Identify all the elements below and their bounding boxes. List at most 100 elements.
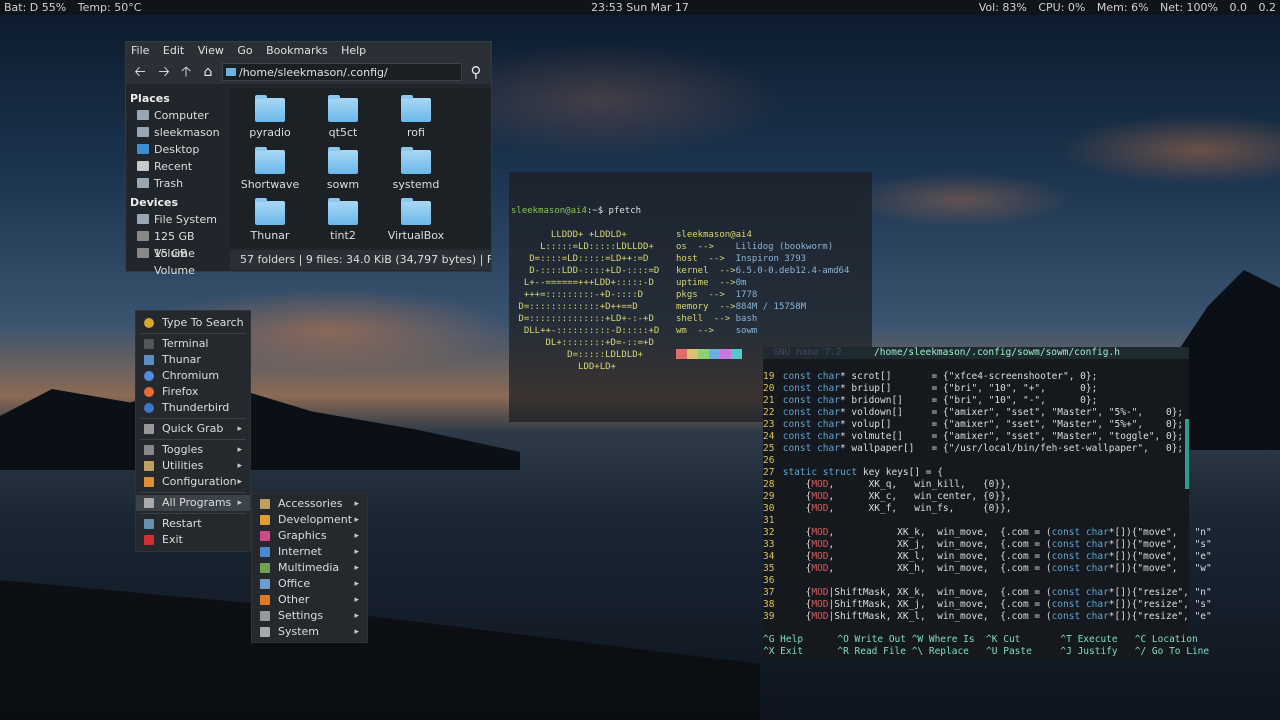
submenu-arrow-icon: ▸ [354,531,359,541]
search-icon[interactable]: ⚲ [468,64,484,80]
menu-item-terminal[interactable]: Terminal [136,336,250,352]
folder-item[interactable]: Thunar [240,198,300,242]
menu-item-restart[interactable]: Restart [136,516,250,532]
menu-separator [140,418,246,419]
code-line: 26 [763,455,775,466]
drive-icon [137,214,149,224]
menu-item-chromium[interactable]: Chromium [136,368,250,384]
back-arrow-icon[interactable]: 🡠 [132,64,148,80]
submenu-arrow-icon: ▸ [354,547,359,557]
nano-header: GNU nano 7.2 /home/sleekmason/.config/so… [763,347,1189,359]
submenu-arrow-icon: ▸ [354,627,359,637]
sidebar-item-recent[interactable]: Recent [126,158,230,175]
menu-view[interactable]: View [198,44,224,57]
pfetch-row: wm --> sowm [676,325,849,337]
submenu-item-graphics[interactable]: Graphics ▸ [252,528,367,544]
menu-search[interactable]: Type To Search [136,315,250,331]
trash-icon [137,178,149,188]
recent-icon [137,161,149,171]
menu-file[interactable]: File [131,44,149,57]
submenu-arrow-icon: ▸ [354,611,359,621]
menu-item-thunar[interactable]: Thunar [136,352,250,368]
submenu-item-system[interactable]: System ▸ [252,624,367,640]
menu-help[interactable]: Help [341,44,366,57]
sidebar-item-home[interactable]: sleekmason [126,124,230,141]
all-programs-submenu: Accessories ▸ Development ▸ Graphics ▸ Inte… [251,493,368,643]
folder-item[interactable]: pyradio [240,95,300,139]
desktop-icon [137,144,149,154]
pfetch-row: memory -->884M / 15758M [676,301,849,313]
folder-icon [328,147,358,174]
submenu-item-multimedia[interactable]: Multimedia ▸ [252,560,367,576]
menu-bookmarks[interactable]: Bookmarks [266,44,327,57]
restart-icon [144,519,154,529]
nano-shortcut-bar: ^G Help ^O Write Out ^W Where Is ^K Cut … [763,634,1210,657]
submenu-item-office[interactable]: Office ▸ [252,576,367,592]
pfetch-info: sleekmason@ai4 os --> Lilidog (bookworm) h… [676,229,849,337]
nano-editor-window[interactable]: GNU nano 7.2 /home/sleekmason/.config/so… [763,347,1212,660]
sidebar-item-trash[interactable]: Trash [126,175,230,192]
submenu-item-development[interactable]: Development ▸ [252,512,367,528]
code-area[interactable]: 19 const char* scrot[] = {"xfce4-screens… [763,371,1212,623]
menu-item-toggles[interactable]: Toggles ▸ [136,442,250,458]
up-arrow-icon[interactable]: 🡡 [178,64,194,80]
sidebar-item-volume-15[interactable]: 15 GB Volume [126,245,230,277]
code-line: 35 {MOD, XK_h, win_move, {.com = (const … [763,563,1212,574]
pfetch-row: pkgs --> 1778 [676,289,849,301]
menu-item-thunderbird[interactable]: Thunderbird [136,400,250,416]
sidebar-item-computer[interactable]: Computer [126,107,230,124]
folder-item[interactable]: systemd [386,147,446,191]
chromium-icon [144,371,154,381]
code-line: 28 {MOD, XK_q, win_kill, {0}}, [763,479,1012,490]
submenu-arrow-icon: ▸ [354,595,359,605]
logo-line: L:::::=LD:::::LDLLDD+ [513,242,654,252]
fm-sidebar: Places Computer sleekmason Desktop Recen… [126,88,230,277]
menu-item-quick-grab[interactable]: Quick Grab ▸ [136,421,250,437]
menu-edit[interactable]: Edit [163,44,184,57]
home-folder-icon [137,127,149,137]
menu-item-configuration[interactable]: Configuration ▸ [136,474,250,490]
quick-grab-icon [144,424,154,434]
sidebar-item-volume-125[interactable]: 125 GB Volume [126,228,230,260]
submenu-arrow-icon: ▸ [237,498,242,508]
pfetch-value: 6.5.0-0.deb12.4-amd64 [735,266,850,276]
logo-line: D=:::::LDLDLD+ [513,350,644,360]
submenu-item-other[interactable]: Other ▸ [252,592,367,608]
menu-separator [140,439,246,440]
submenu-item-accessories[interactable]: Accessories ▸ [252,496,367,512]
folder-item[interactable]: rofi [386,95,446,139]
code-line: 19 const char* scrot[] = {"xfce4-screens… [763,371,1098,382]
menu-item-all-programs[interactable]: All Programs ▸ [136,495,250,511]
folder-item[interactable]: tint2 [313,198,373,242]
folder-icon [255,147,285,174]
logo-line: D-::::LDD-::::+LD-::::=D [513,266,660,276]
location-bar[interactable]: /home/sleekmason/.config/ [222,63,462,81]
folder-item[interactable]: VirtualBox [386,198,446,242]
scrollbar[interactable] [1185,419,1189,489]
pfetch-row: kernel -->6.5.0-0.deb12.4-amd64 [676,265,849,277]
folder-item[interactable]: qt5ct [313,95,373,139]
clock: 23:53 Sun Mar 17 [591,1,689,14]
menu-item-exit[interactable]: Exit [136,532,250,548]
submenu-item-internet[interactable]: Internet ▸ [252,544,367,560]
folder-item[interactable]: sowm [313,147,373,191]
pfetch-row: os --> Lilidog (bookworm) [676,241,849,253]
terminal-prompt: sleekmason@ai4:~$ pfetch [511,206,642,216]
folder-item[interactable]: Shortwave [240,147,300,191]
color-swatch [731,349,742,359]
menu-item-firefox[interactable]: Firefox [136,384,250,400]
sidebar-item-desktop[interactable]: Desktop [126,141,230,158]
pfetch-row: uptime -->0m [676,277,849,289]
logo-line: D=::::=LD:::::=LD++:=D [513,254,649,264]
menu-separator [140,513,246,514]
submenu-arrow-icon: ▸ [354,579,359,589]
home-icon[interactable]: ⌂ [200,64,216,80]
menu-go[interactable]: Go [237,44,252,57]
code-line: 39 {MOD|ShiftMask, XK_l, win_move, {.com… [763,611,1212,622]
load-avg-2: 0.2 [1258,1,1277,14]
submenu-item-settings[interactable]: Settings ▸ [252,608,367,624]
sidebar-item-filesystem[interactable]: File System [126,211,230,228]
forward-arrow-icon[interactable]: 🡢 [156,64,172,80]
pfetch-row: shell --> bash [676,313,849,325]
menu-item-utilities[interactable]: Utilities ▸ [136,458,250,474]
